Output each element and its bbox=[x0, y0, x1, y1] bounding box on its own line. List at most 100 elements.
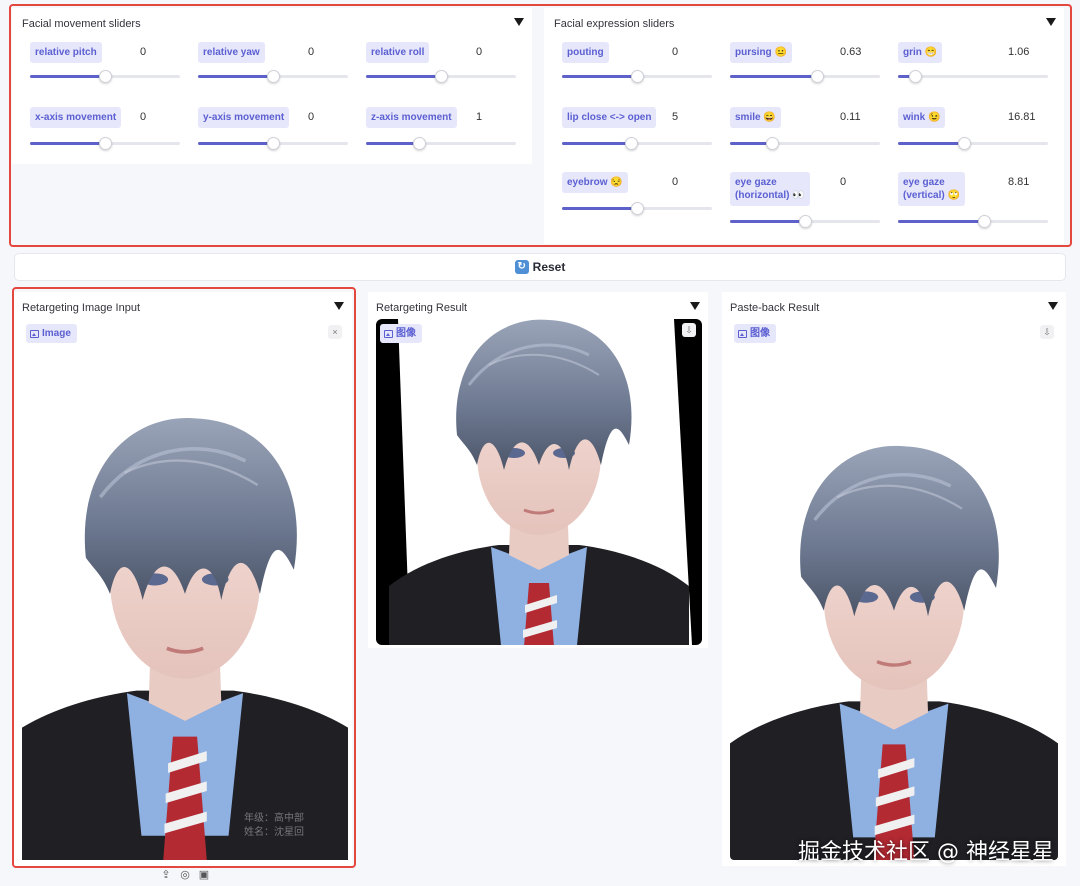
slider-track[interactable] bbox=[562, 202, 712, 215]
slider-wink[interactable]: wink 😉 16.81 bbox=[898, 107, 1048, 159]
download-icon: ⇩ bbox=[1043, 327, 1051, 337]
image-badge: Image bbox=[26, 324, 77, 343]
slider-thumb[interactable] bbox=[977, 215, 991, 228]
clear-image-button[interactable]: × bbox=[328, 325, 342, 339]
slider-track[interactable] bbox=[730, 215, 880, 228]
slider-smile[interactable]: smile 😄 0.11 bbox=[730, 107, 880, 159]
slider-track[interactable] bbox=[730, 70, 880, 83]
slider-thumb[interactable] bbox=[958, 137, 971, 150]
slider-relative-pitch[interactable]: relative pitch 0 bbox=[30, 42, 180, 94]
slider-fill bbox=[198, 142, 273, 145]
slider-eye-gaze-horizontal[interactable]: eye gaze (horizontal) 👀 0 bbox=[730, 172, 880, 228]
input-panel-title: Retargeting Image Input bbox=[22, 302, 141, 314]
slider-y-axis-movement[interactable]: y-axis movement 0 bbox=[198, 107, 348, 159]
image-badge-label: 图像 bbox=[396, 328, 416, 339]
slider-number-input[interactable]: 1.06 bbox=[998, 42, 1048, 63]
slider-number-input[interactable]: 0.11 bbox=[830, 107, 880, 128]
name-tag-line: 姓名：沈星回 bbox=[244, 827, 304, 838]
slider-track[interactable] bbox=[198, 137, 348, 150]
slider-track[interactable] bbox=[198, 70, 348, 83]
slider-track[interactable] bbox=[366, 70, 516, 83]
slider-track[interactable] bbox=[898, 70, 1048, 83]
slider-track[interactable] bbox=[30, 137, 180, 150]
slider-number-input[interactable]: 0 bbox=[466, 42, 516, 63]
slider-track[interactable] bbox=[898, 137, 1048, 150]
uniform-name-tag: 年级：高中部 姓名：沈星回 bbox=[244, 812, 304, 840]
slider-grin[interactable]: grin 😁 1.06 bbox=[898, 42, 1048, 94]
pasteback-result-panel: Paste-back Result 图像 ⇩ bbox=[722, 292, 1066, 866]
slider-thumb[interactable] bbox=[99, 137, 112, 150]
expression-sliders-panel: Facial expression sliders pouting 0 purs… bbox=[544, 8, 1064, 244]
slider-label: relative yaw bbox=[198, 42, 265, 63]
slider-number-input[interactable]: 0 bbox=[130, 107, 180, 128]
slider-track[interactable] bbox=[30, 70, 180, 83]
pasteback-result-image bbox=[730, 384, 1058, 860]
slider-thumb[interactable] bbox=[799, 215, 812, 228]
slider-thumb[interactable] bbox=[631, 202, 644, 215]
collapse-caret-icon[interactable] bbox=[1048, 302, 1058, 310]
slider-pouting[interactable]: pouting 0 bbox=[562, 42, 712, 94]
slider-track[interactable] bbox=[562, 70, 712, 83]
slider-thumb[interactable] bbox=[908, 70, 922, 83]
clipboard-icon[interactable]: ▣ bbox=[198, 869, 210, 881]
slider-thumb[interactable] bbox=[99, 70, 112, 83]
slider-fill bbox=[562, 142, 631, 145]
slider-label: x-axis movement bbox=[30, 107, 122, 128]
retargeting-input-panel: Retargeting Image Input Image × 年级：高中部 姓… bbox=[14, 292, 352, 866]
slider-number-input[interactable]: 0 bbox=[130, 42, 180, 63]
slider-number-input[interactable]: 0 bbox=[830, 172, 880, 193]
slider-track[interactable] bbox=[730, 137, 880, 150]
slider-number-input[interactable]: 0 bbox=[662, 42, 712, 63]
slider-eye-gaze-vertical[interactable]: eye gaze (vertical) 🙄 8.81 bbox=[898, 172, 1048, 228]
collapse-caret-icon[interactable] bbox=[1046, 18, 1056, 26]
slider-track[interactable] bbox=[366, 137, 516, 150]
slider-fill bbox=[898, 142, 964, 145]
slider-thumb[interactable] bbox=[435, 70, 448, 83]
slider-relative-roll[interactable]: relative roll 0 bbox=[366, 42, 516, 94]
name-tag-line: 年级：高中部 bbox=[244, 813, 304, 824]
slider-thumb[interactable] bbox=[267, 137, 280, 150]
slider-thumb[interactable] bbox=[631, 70, 644, 83]
slider-number-input[interactable]: 0 bbox=[298, 42, 348, 63]
slider-x-axis-movement[interactable]: x-axis movement 0 bbox=[30, 107, 180, 159]
slider-fill bbox=[30, 75, 105, 78]
image-icon bbox=[738, 329, 747, 338]
slider-track[interactable] bbox=[898, 215, 1048, 228]
upload-icon[interactable]: ⇪ bbox=[160, 869, 172, 881]
collapse-caret-icon[interactable] bbox=[690, 302, 700, 310]
image-icon bbox=[384, 329, 393, 338]
download-button[interactable]: ⇩ bbox=[682, 323, 696, 337]
reset-button[interactable]: ↻ Reset bbox=[14, 253, 1066, 281]
slider-thumb[interactable] bbox=[625, 137, 638, 150]
slider-fill bbox=[562, 207, 637, 210]
slider-relative-yaw[interactable]: relative yaw 0 bbox=[198, 42, 348, 94]
input-portrait-image: 年级：高中部 姓名：沈星回 bbox=[22, 352, 348, 860]
retargeting-result-image bbox=[376, 319, 702, 645]
slider-z-axis-movement[interactable]: z-axis movement 1 bbox=[366, 107, 516, 159]
slider-eyebrow[interactable]: eyebrow 😒 0 bbox=[562, 172, 712, 224]
image-badge: 图像 bbox=[380, 324, 422, 343]
slider-thumb[interactable] bbox=[766, 137, 779, 150]
slider-number-input[interactable]: 0 bbox=[298, 107, 348, 128]
slider-number-input[interactable]: 5 bbox=[662, 107, 712, 128]
slider-label: relative pitch bbox=[30, 42, 102, 63]
slider-lip-close-open[interactable]: lip close <-> open 5 bbox=[562, 107, 712, 159]
slider-number-input[interactable]: 0 bbox=[662, 172, 712, 193]
slider-thumb[interactable] bbox=[811, 70, 824, 83]
download-button[interactable]: ⇩ bbox=[1040, 325, 1054, 339]
slider-number-input[interactable]: 0.63 bbox=[830, 42, 880, 63]
slider-fill bbox=[562, 75, 637, 78]
slider-number-input[interactable]: 16.81 bbox=[998, 107, 1048, 128]
slider-label: wink 😉 bbox=[898, 107, 946, 128]
collapse-caret-icon[interactable] bbox=[514, 18, 524, 26]
slider-thumb[interactable] bbox=[267, 70, 280, 83]
slider-thumb[interactable] bbox=[412, 137, 426, 150]
slider-number-input[interactable]: 8.81 bbox=[998, 172, 1048, 193]
slider-track[interactable] bbox=[562, 137, 712, 150]
collapse-caret-icon[interactable] bbox=[334, 302, 344, 310]
slider-label: grin 😁 bbox=[898, 42, 943, 63]
webcam-icon[interactable]: ◎ bbox=[179, 869, 191, 881]
slider-number-input[interactable]: 1 bbox=[466, 107, 516, 128]
slider-pursing[interactable]: pursing 😐 0.63 bbox=[730, 42, 880, 94]
slider-label: pouting bbox=[562, 42, 609, 63]
